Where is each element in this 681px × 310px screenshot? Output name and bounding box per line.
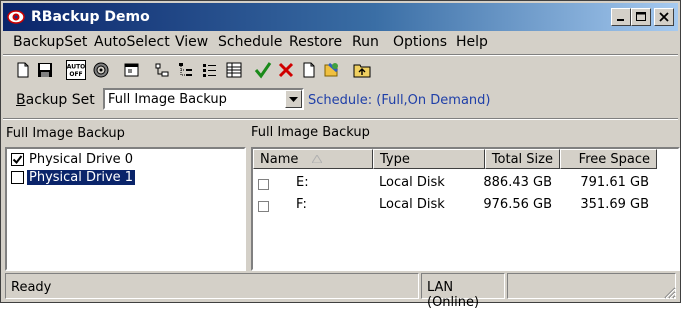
cell-total-size: 886.43 GB (483, 175, 552, 190)
delete-button[interactable] (275, 59, 297, 81)
minimize-button[interactable] (611, 8, 631, 26)
details-view-icon (226, 62, 242, 78)
details-view-button[interactable] (223, 59, 245, 81)
up-folder-icon (353, 64, 371, 78)
auto-off-button[interactable]: AUTO OFF (65, 59, 87, 81)
tree-expand-icon (179, 63, 192, 76)
select-button[interactable] (252, 59, 274, 81)
status-empty-panel (507, 273, 676, 299)
properties-icon (124, 63, 139, 77)
settings-button[interactable] (90, 59, 112, 81)
restore-button[interactable] (321, 59, 343, 81)
tree-item[interactable]: Physical Drive 0 (11, 151, 135, 167)
new-icon (17, 62, 29, 78)
tree-item-label[interactable]: Physical Drive 0 (27, 152, 135, 167)
menu-schedule[interactable]: Schedule (216, 34, 284, 50)
right-pane-title: Full Image Backup (251, 125, 370, 140)
up-folder-button[interactable] (351, 59, 373, 81)
menu-view[interactable]: View (173, 34, 210, 50)
list-view-button[interactable] (199, 59, 221, 81)
tree-view-icon (155, 63, 169, 77)
sort-ascending-icon (312, 155, 322, 163)
dropdown-arrow-button[interactable] (285, 90, 302, 108)
delete-icon (278, 62, 294, 78)
cell-total-size: 976.56 GB (483, 197, 552, 212)
status-connection-panel: LAN (Online) (421, 273, 505, 310)
backup-set-value: Full Image Backup (108, 92, 227, 107)
cell-type: Local Disk (379, 175, 445, 190)
check-icon (254, 62, 272, 79)
document-button[interactable] (298, 59, 320, 81)
tree-expand-button[interactable] (175, 59, 197, 81)
schedule-text: Schedule: (Full,On Demand) (308, 93, 491, 108)
minimize-icon (617, 19, 624, 21)
menu-run[interactable]: Run (350, 34, 381, 50)
row-checkbox[interactable] (258, 201, 269, 212)
cell-name: F: (296, 197, 307, 212)
backup-set-label: Backup Set (16, 92, 95, 108)
restore-icon (324, 62, 338, 77)
cell-name: E: (296, 175, 309, 190)
maximize-button[interactable] (631, 8, 651, 26)
column-header-name[interactable]: Name (253, 149, 373, 169)
tree-item-label[interactable]: Physical Drive 1 (25, 168, 137, 186)
menu-backupset[interactable]: BackupSet (11, 34, 89, 50)
status-text: Ready (11, 280, 52, 295)
checkbox[interactable] (11, 170, 24, 184)
auto-off-icon: AUTO OFF (66, 60, 86, 80)
tree-item[interactable]: Physical Drive 1 (11, 168, 137, 186)
close-icon (659, 12, 669, 22)
chevron-down-icon (289, 96, 298, 102)
column-header-total-size[interactable]: Total Size (485, 149, 560, 169)
cell-free-space: 351.69 GB (580, 197, 649, 212)
close-button[interactable] (654, 8, 674, 26)
column-header-free-space[interactable]: Free Space (560, 149, 657, 169)
menu-restore[interactable]: Restore (287, 34, 344, 50)
row-checkbox[interactable] (258, 179, 269, 190)
resize-grip-icon[interactable] (662, 285, 676, 299)
menu-options[interactable]: Options (391, 34, 449, 50)
window-title: RBackup Demo (31, 9, 150, 25)
document-icon (303, 62, 315, 78)
save-icon (38, 63, 52, 77)
status-bar: Ready LAN (Online) (3, 271, 678, 310)
save-button[interactable] (34, 59, 56, 81)
new-button[interactable] (12, 59, 34, 81)
left-pane-title: Full Image Backup (6, 126, 125, 141)
toolbar: AUTO OFF (3, 56, 678, 84)
checkmark-icon (12, 154, 23, 164)
svg-text:AUTO: AUTO (67, 64, 86, 71)
column-header-type[interactable]: Type (373, 149, 485, 169)
properties-button[interactable] (121, 59, 143, 81)
svg-text:OFF: OFF (69, 71, 82, 78)
backup-set-dropdown[interactable]: Full Image Backup (103, 88, 304, 110)
maximize-icon (636, 12, 646, 21)
volume-list: Name Type Total Size Free Space E: Local… (251, 147, 680, 271)
cell-type: Local Disk (379, 197, 445, 212)
tree-view-button[interactable] (151, 59, 173, 81)
header-separator (3, 118, 678, 120)
gear-icon (93, 62, 109, 78)
checkbox[interactable] (11, 152, 24, 166)
connection-status: LAN (Online) (427, 280, 480, 310)
list-view-icon (203, 64, 216, 77)
menu-autoselect[interactable]: AutoSelect (92, 34, 172, 50)
title-bar[interactable]: RBackup Demo (3, 3, 678, 31)
menu-help[interactable]: Help (454, 34, 490, 50)
rbackup-eye-icon[interactable] (7, 9, 25, 25)
drive-tree[interactable]: Physical Drive 0 Physical Drive 1 (5, 147, 246, 271)
cell-free-space: 791.61 GB (580, 175, 649, 190)
main-window: RBackup Demo BackupSet AutoSelect View S… (0, 0, 681, 310)
status-ready-panel: Ready (5, 273, 419, 299)
menu-bar: BackupSet AutoSelect View Schedule Resto… (3, 32, 678, 54)
